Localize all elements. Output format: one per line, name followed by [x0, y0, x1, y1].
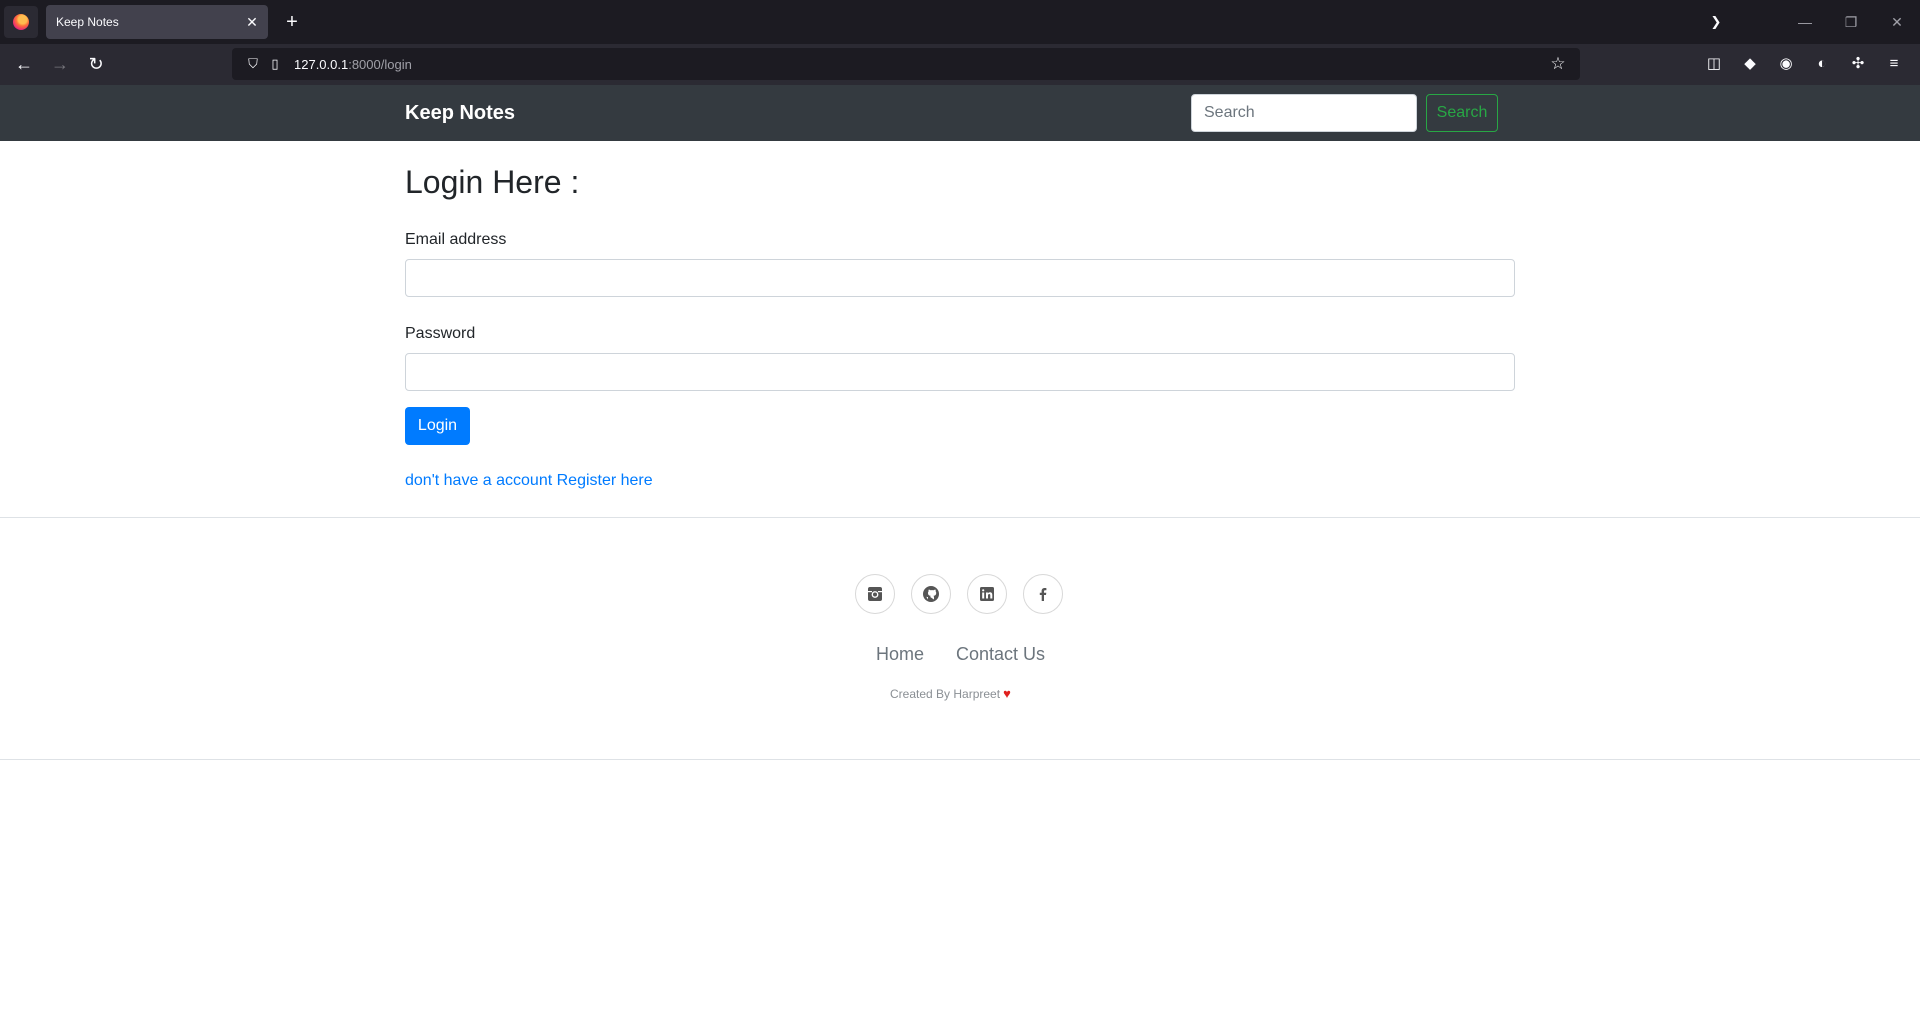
brand-logo[interactable]: Keep Notes [405, 102, 515, 125]
close-tab-icon[interactable]: ✕ [244, 14, 260, 31]
extension-icon[interactable]: ◆ [1732, 50, 1768, 78]
search-button[interactable]: Search [1426, 94, 1498, 132]
browser-tab-bar: Keep Notes ✕ + ❯ — ❐ ✕ [0, 0, 1920, 44]
reload-icon[interactable]: ↻ [82, 50, 110, 78]
minimize-window-button[interactable]: — [1782, 14, 1828, 30]
social-links [855, 574, 1063, 614]
url-bar[interactable]: ⛉ ▯ 127.0.0.1:8000/login ☆ [232, 48, 1580, 80]
menu-icon[interactable]: ≡ [1876, 50, 1912, 78]
email-label: Email address [405, 231, 507, 248]
restore-window-button[interactable]: ❐ [1828, 14, 1874, 31]
register-link[interactable]: don't have a account Register here [405, 472, 653, 490]
page-icon[interactable]: ▯ [264, 56, 286, 72]
puzzle-icon[interactable]: ✣ [1840, 50, 1876, 78]
close-window-button[interactable]: ✕ [1874, 14, 1920, 31]
password-field[interactable] [405, 353, 1515, 391]
shield-icon[interactable]: ⛉ [242, 56, 264, 72]
divider [0, 517, 1920, 518]
footer-divider [0, 759, 1920, 760]
back-arrow-icon[interactable]: ← [10, 50, 38, 78]
list-tabs-chevron-icon[interactable]: ❯ [1700, 14, 1732, 30]
firefox-icon[interactable] [4, 6, 38, 38]
bookmark-star-icon[interactable]: ☆ [1546, 54, 1570, 74]
new-tab-button[interactable]: + [280, 9, 304, 35]
linkedin-icon[interactable] [967, 574, 1007, 614]
footer-link-home[interactable]: Home [876, 644, 924, 665]
tab-title: Keep Notes [56, 15, 119, 29]
facebook-icon[interactable] [1023, 574, 1063, 614]
url-text[interactable]: 127.0.0.1:8000/login [294, 57, 1546, 72]
addon-icon[interactable]: ◐ [1804, 50, 1840, 78]
browser-tab[interactable]: Keep Notes ✕ [46, 5, 268, 39]
login-button[interactable]: Login [405, 407, 470, 445]
email-field[interactable] [405, 259, 1515, 297]
site-navbar: Keep Notes Search [0, 85, 1920, 141]
password-label: Password [405, 325, 476, 342]
pocket-icon[interactable]: ◫ [1696, 50, 1732, 78]
browser-toolbar: ← → ↻ ⛉ ▯ 127.0.0.1:8000/login ☆ ◫ ◆ ◉ ◐… [0, 44, 1920, 85]
github-icon[interactable] [911, 574, 951, 614]
search-input[interactable] [1191, 94, 1417, 132]
forward-arrow-icon[interactable]: → [46, 50, 74, 78]
footer-credit: Created By Harpreet ♥ [890, 686, 1011, 701]
cookie-icon[interactable]: ◉ [1768, 50, 1804, 78]
footer-link-contact[interactable]: Contact Us [956, 644, 1045, 665]
instagram-icon[interactable] [855, 574, 895, 614]
page-title: Login Here : [405, 164, 580, 200]
footer-links: Home Contact Us [876, 644, 1045, 665]
heart-icon: ♥ [1003, 686, 1011, 701]
